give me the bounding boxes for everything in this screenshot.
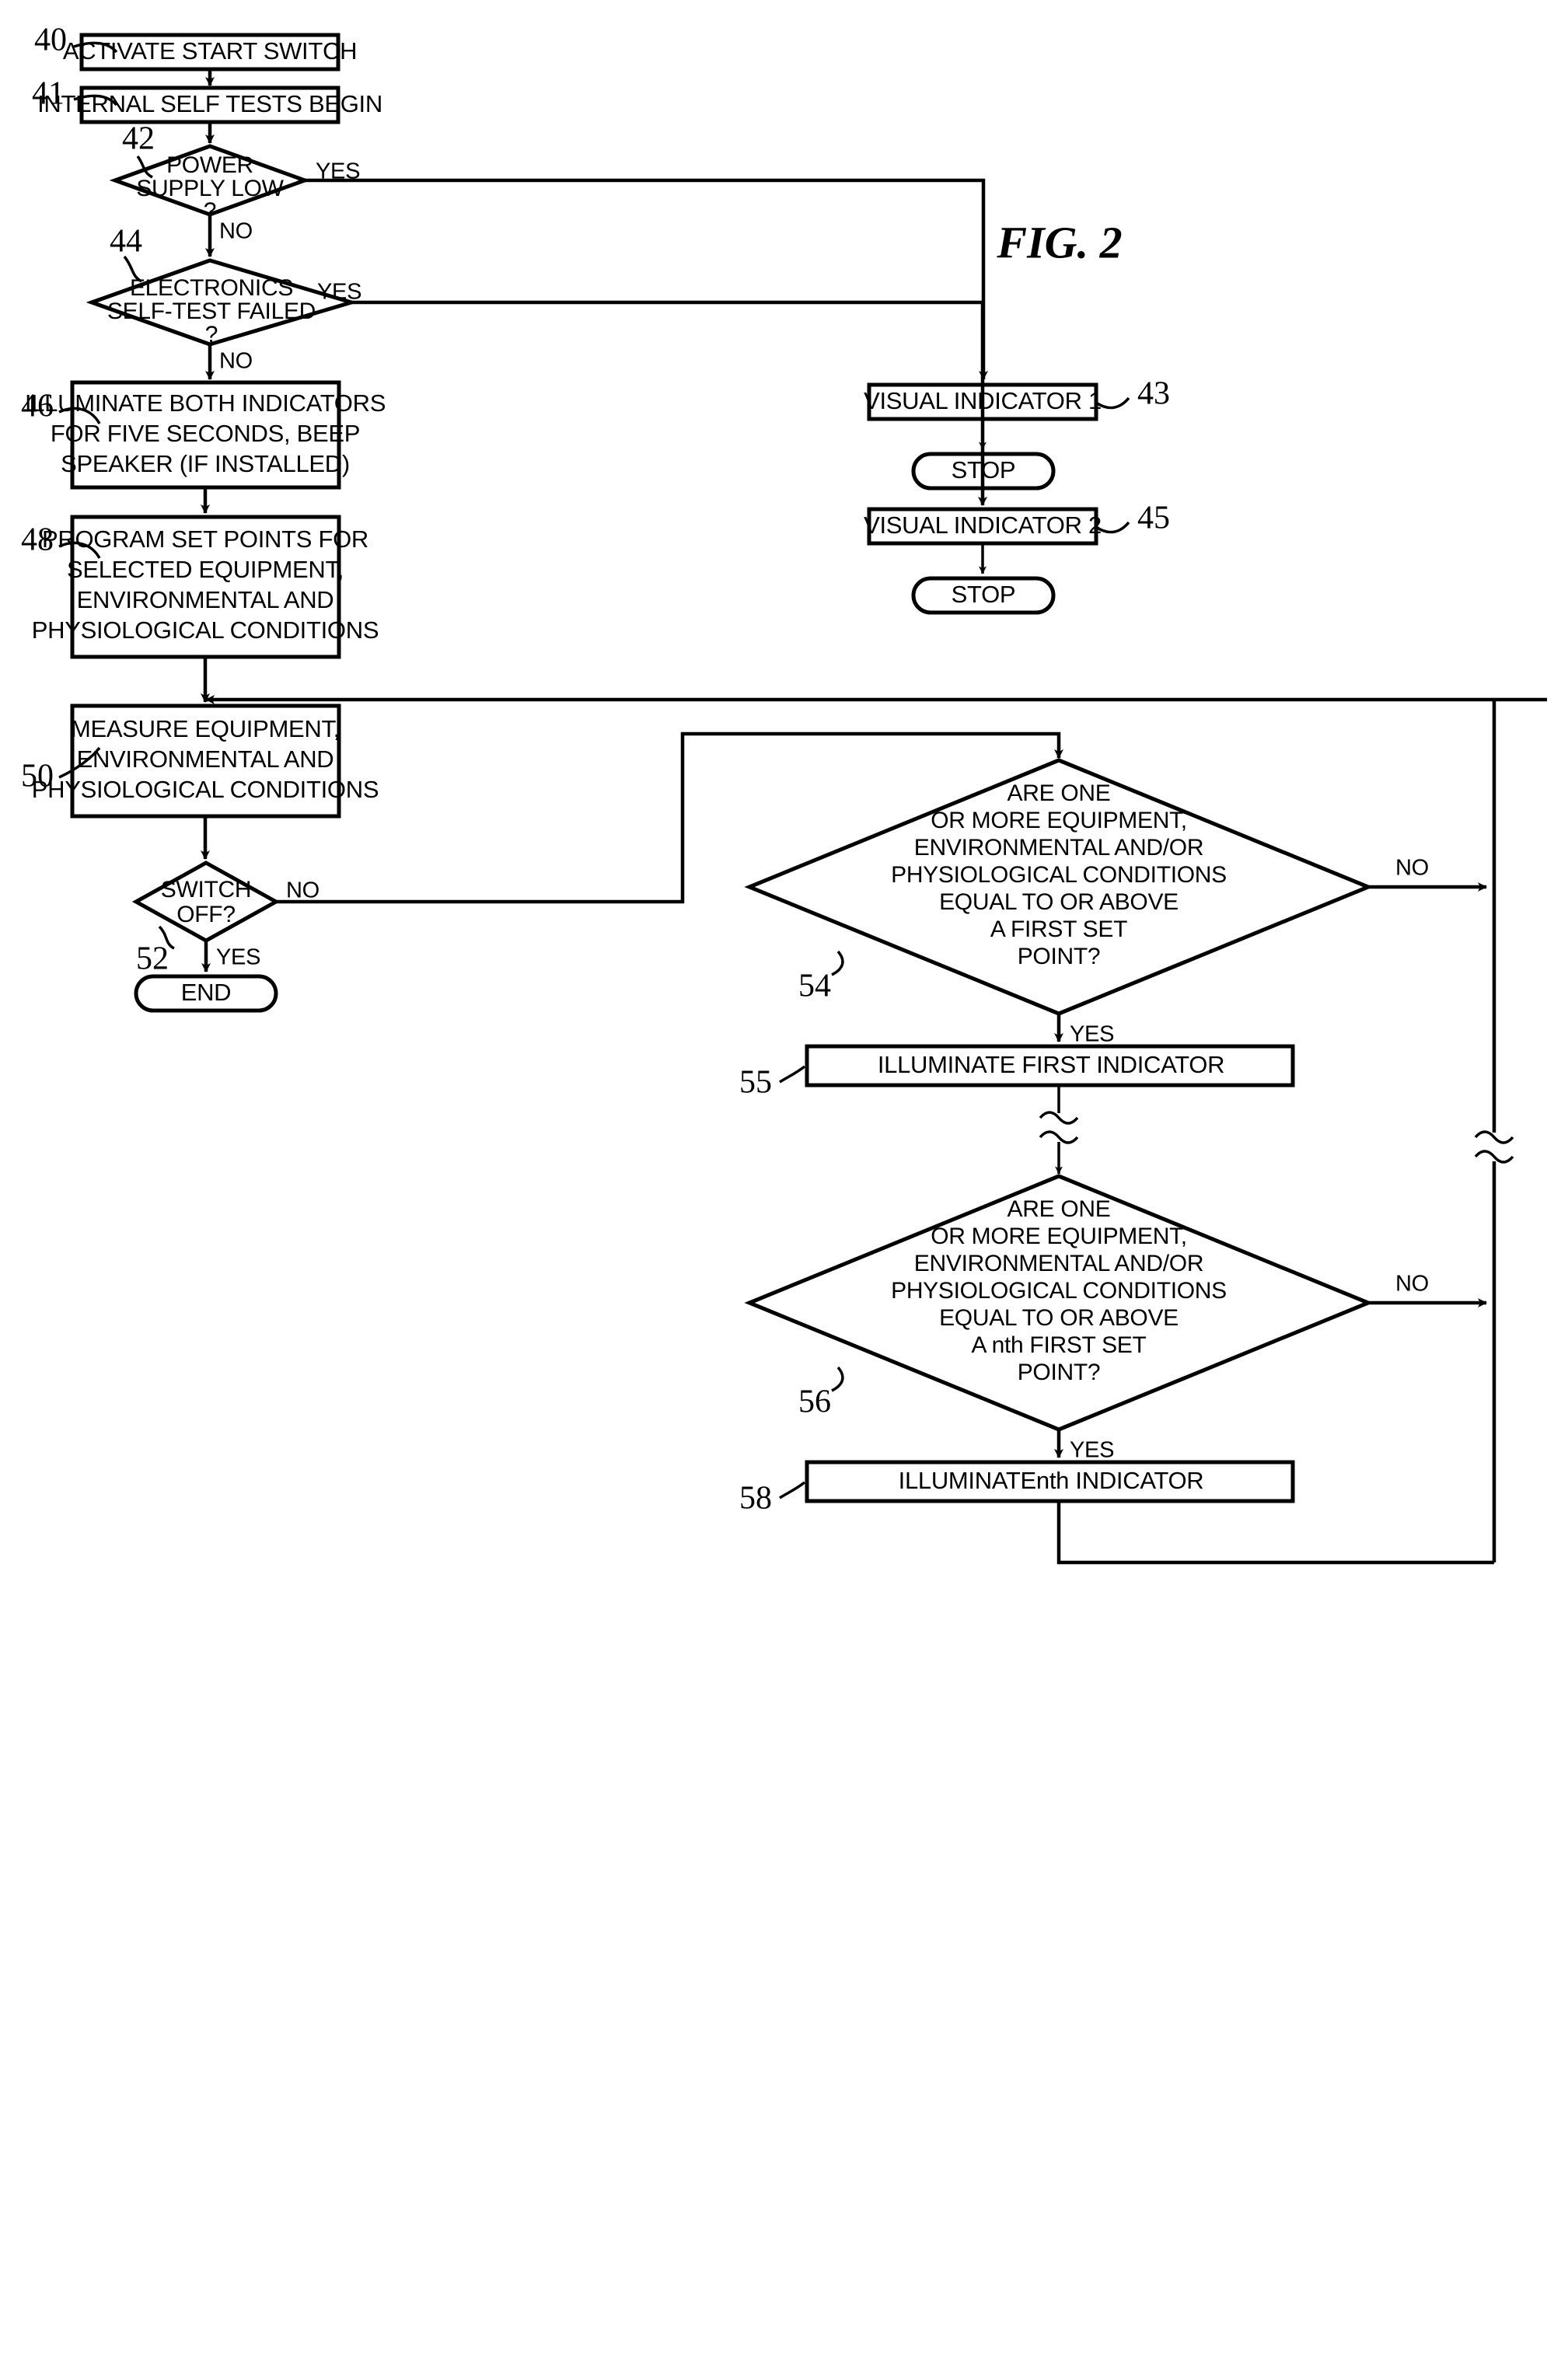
node-text: ENVIRONMENTAL AND <box>77 586 334 613</box>
edge-58-to-bus <box>1056 1501 1494 1565</box>
node-text: ACTIVATE START SWITCH <box>63 37 357 65</box>
figure-canvas: FIG. 2 ACTIVATE START SWITCH 40 INTERNAL… <box>0 0 1568 2367</box>
ref-43: 43 <box>1137 376 1170 412</box>
node-text: SPEAKER (IF INSTALLED) <box>61 450 350 477</box>
node-text: ARE ONE <box>1008 1196 1111 1222</box>
node-text: POINT? <box>1018 1360 1101 1385</box>
break-symbol-icon <box>1474 1150 1514 1164</box>
ref-46: 46 <box>21 389 54 424</box>
edge-label-yes-56: YES <box>1070 1438 1114 1463</box>
edge-label-no-56: NO <box>1395 1272 1429 1297</box>
node-text: ENVIRONMENTAL AND <box>77 745 334 773</box>
ref-54: 54 <box>798 969 831 1004</box>
node-text: SELF-TEST FAILED <box>107 298 316 324</box>
node-text: OFF? <box>176 902 235 927</box>
node-text: VISUAL INDICATOR 2 <box>864 511 1102 539</box>
node-text: PHYSIOLOGICAL CONDITIONS <box>32 616 379 644</box>
break-symbol-icon <box>1039 1111 1079 1125</box>
ref-56: 56 <box>798 1384 831 1420</box>
node-text: PHYSIOLOGICAL CONDITIONS <box>891 862 1227 888</box>
node-text: PHYSIOLOGICAL CONDITIONS <box>32 776 379 803</box>
node-text: POWER <box>166 152 253 178</box>
node-text: OR MORE EQUIPMENT, <box>931 1224 1187 1249</box>
figure-label: FIG. 2 <box>996 217 1122 267</box>
node-text: MEASURE EQUIPMENT, <box>71 715 340 742</box>
node-text: ENVIRONMENTAL AND/OR <box>914 835 1203 861</box>
ref-44: 44 <box>110 224 142 260</box>
edge-label-yes-52: YES <box>216 945 260 970</box>
node-text: END <box>181 979 232 1006</box>
node-text: SELECTED EQUIPMENT, <box>67 556 344 583</box>
node-text: POINT? <box>1018 944 1101 969</box>
leader-58 <box>779 1481 806 1499</box>
edge-label-no-52: NO <box>286 878 320 903</box>
ref-58: 58 <box>739 1481 772 1517</box>
node-text: EQUAL TO OR ABOVE <box>939 1305 1179 1331</box>
ref-41: 41 <box>32 76 65 112</box>
ref-40: 40 <box>34 23 67 58</box>
leader-54 <box>831 950 844 976</box>
break-symbol-icon <box>1039 1130 1079 1144</box>
node-text: ENVIRONMENTAL AND/OR <box>914 1251 1203 1276</box>
node-text: STOP <box>952 581 1016 608</box>
node-text: ILLUMINATE FIRST INDICATOR <box>878 1051 1224 1078</box>
node-text: A nth FIRST SET <box>971 1332 1146 1358</box>
node-text: FOR FIVE SECONDS, BEEP <box>51 420 360 447</box>
break-symbol-icon <box>1474 1130 1514 1144</box>
edge-label-no-42: NO <box>219 219 253 244</box>
edge-label-no-54: NO <box>1395 856 1429 881</box>
node-text: SWITCH <box>161 877 252 902</box>
ref-50: 50 <box>21 759 54 794</box>
node-text: PHYSIOLOGICAL CONDITIONS <box>891 1278 1227 1304</box>
node-text: ARE ONE <box>1008 780 1111 806</box>
edge-42-yes-43 <box>305 178 988 380</box>
leader-55 <box>779 1065 806 1084</box>
leader-56 <box>831 1366 844 1392</box>
node-text: ILLUMINATEnth INDICATOR <box>899 1467 1204 1494</box>
edge-label-no-44: NO <box>219 349 253 374</box>
ref-42: 42 <box>122 121 155 157</box>
ref-55: 55 <box>739 1065 772 1101</box>
ref-45: 45 <box>1137 501 1170 536</box>
node-text: ? <box>205 322 218 347</box>
node-text: EQUAL TO OR ABOVE <box>939 889 1179 915</box>
flowchart-svg: FIG. 2 ACTIVATE START SWITCH 40 INTERNAL… <box>21 23 1547 1565</box>
node-text: INTERNAL SELF TESTS BEGIN <box>37 90 382 117</box>
ref-52: 52 <box>136 941 169 977</box>
node-text: ELECTRONICS <box>130 275 293 301</box>
ref-48: 48 <box>21 522 54 558</box>
node-text: ILLUMINATE BOTH INDICATORS <box>25 389 386 417</box>
node-text: OR MORE EQUIPMENT, <box>931 808 1187 833</box>
edge-label-yes-54: YES <box>1070 1022 1114 1047</box>
node-text: A FIRST SET <box>990 916 1127 942</box>
